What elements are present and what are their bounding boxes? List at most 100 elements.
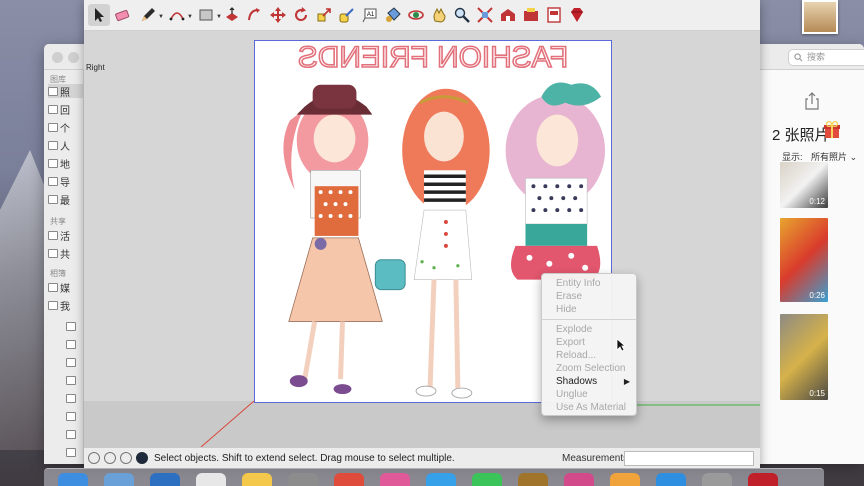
tool-eraser-button[interactable] bbox=[111, 4, 133, 26]
dock-app-icon[interactable] bbox=[518, 473, 548, 486]
pan-hand-icon bbox=[433, 7, 446, 23]
tool-warehouse-button[interactable] bbox=[497, 4, 519, 26]
sidebar-item-label: 共 bbox=[60, 249, 70, 261]
dock-app-icon[interactable] bbox=[150, 473, 180, 486]
credits-icon[interactable] bbox=[104, 452, 116, 464]
tool-follow-me-button[interactable] bbox=[244, 4, 266, 26]
folder-icon[interactable] bbox=[66, 358, 76, 367]
sidebar-item[interactable]: 我 bbox=[48, 298, 83, 313]
orbit-icon bbox=[408, 10, 424, 20]
user-account-icon[interactable] bbox=[120, 452, 132, 464]
tool-select-button[interactable] bbox=[88, 4, 110, 26]
dock-app-icon[interactable] bbox=[196, 473, 226, 486]
sidebar-item[interactable]: 地 bbox=[48, 156, 83, 171]
pencil-icon bbox=[142, 8, 155, 21]
search-input[interactable]: 搜索 bbox=[788, 49, 864, 66]
share-icon bbox=[805, 92, 819, 110]
menu-item-entity-info: Entity Info bbox=[542, 277, 636, 290]
desktop-file-thumbnail[interactable] bbox=[802, 0, 838, 34]
dock-app-icon[interactable] bbox=[564, 473, 594, 486]
sidebar-item[interactable]: 人 bbox=[48, 138, 83, 153]
sketchup-toolbar: ▼ ▼ ▼ A1 bbox=[84, 0, 760, 31]
dock-app-icon[interactable] bbox=[656, 473, 686, 486]
sketchup-window: ▼ ▼ ▼ A1 Right FASHION FRIENDS Entity In… bbox=[84, 0, 760, 468]
show-label: 显示: bbox=[782, 152, 803, 162]
measurements-input[interactable] bbox=[624, 451, 754, 466]
photos-sidebar: 图库 照回个人地导最 共享 活共 相簿 媒我 bbox=[44, 70, 84, 464]
share-button[interactable] bbox=[804, 92, 820, 110]
sidebar-item[interactable]: 回 bbox=[48, 102, 83, 117]
sidebar-item[interactable]: 最 bbox=[48, 192, 83, 207]
tool-paint-bucket-button[interactable] bbox=[382, 4, 404, 26]
arrow-cursor-icon bbox=[95, 8, 104, 22]
artboard-title: FASHION FRIENDS bbox=[298, 41, 568, 74]
dock-app-icon[interactable] bbox=[610, 473, 640, 486]
dock-app-icon[interactable] bbox=[58, 473, 88, 486]
dock-app-icon[interactable] bbox=[472, 473, 502, 486]
tool-arc-button[interactable]: ▼ bbox=[163, 4, 193, 26]
dock-app-icon[interactable] bbox=[104, 473, 134, 486]
photo-thumbnail[interactable]: 0:26 bbox=[780, 218, 828, 302]
measurements-label: Measurements bbox=[562, 453, 629, 464]
folder-icon[interactable] bbox=[66, 430, 76, 439]
show-value[interactable]: 所有照片 bbox=[811, 152, 847, 162]
tool-scale-button[interactable] bbox=[313, 4, 335, 26]
tool-ruby-button[interactable] bbox=[566, 4, 588, 26]
warehouse-icon bbox=[501, 9, 515, 21]
tool-zoom-extents-button[interactable] bbox=[474, 4, 496, 26]
photo-thumbnail[interactable]: 0:12 bbox=[780, 162, 828, 208]
tool-push-pull-button[interactable] bbox=[221, 4, 243, 26]
tool-orbit-button[interactable] bbox=[405, 4, 427, 26]
folder-icon[interactable] bbox=[66, 322, 76, 331]
tool-zoom-button[interactable] bbox=[451, 4, 473, 26]
dock-app-icon[interactable] bbox=[242, 473, 272, 486]
tool-move-button[interactable] bbox=[267, 4, 289, 26]
tool-rotate-button[interactable] bbox=[290, 4, 312, 26]
memories-icon bbox=[48, 104, 58, 114]
dock-app-icon[interactable] bbox=[748, 473, 778, 486]
dock-app-icon[interactable] bbox=[426, 473, 456, 486]
dock-app-icon[interactable] bbox=[288, 473, 318, 486]
search-placeholder: 搜索 bbox=[807, 52, 826, 62]
tool-extension-warehouse-button[interactable] bbox=[520, 4, 542, 26]
sidebar-item-label: 回 bbox=[60, 105, 70, 117]
help-icon[interactable] bbox=[136, 452, 148, 464]
sidebar-item[interactable]: 媒 bbox=[48, 280, 83, 295]
folder-icon[interactable] bbox=[66, 376, 76, 385]
menu-item-label: Explode bbox=[556, 324, 593, 335]
paint-bucket-icon bbox=[386, 7, 401, 22]
video-duration: 0:12 bbox=[809, 197, 825, 206]
tool-text-button[interactable]: A1 bbox=[359, 4, 381, 26]
folder-icon[interactable] bbox=[66, 412, 76, 421]
tool-shapes-button[interactable]: ▼ bbox=[192, 4, 222, 26]
tool-layout-button[interactable] bbox=[543, 4, 565, 26]
menu-item-label: Erase bbox=[556, 291, 583, 302]
menu-item-label: Hide bbox=[556, 304, 577, 315]
folder-icon[interactable] bbox=[66, 394, 76, 403]
menu-item-use-as-material: Use As Material bbox=[542, 401, 636, 414]
dock-app-icon[interactable] bbox=[702, 473, 732, 486]
photo-thumbnail[interactable]: 0:15 bbox=[780, 314, 828, 400]
folder-icon[interactable] bbox=[66, 340, 76, 349]
close-button[interactable] bbox=[52, 52, 63, 63]
sidebar-item-label: 人 bbox=[60, 141, 70, 153]
follow-me-icon bbox=[248, 8, 260, 21]
sidebar-item[interactable]: 活 bbox=[48, 228, 83, 243]
sidebar-item[interactable]: 导 bbox=[48, 174, 83, 189]
tool-pan-button[interactable] bbox=[428, 4, 450, 26]
sidebar-item[interactable]: 个 bbox=[48, 120, 83, 135]
sidebar-item-label: 照 bbox=[60, 87, 70, 99]
shared-album-icon bbox=[48, 248, 58, 258]
modeling-viewport[interactable]: Right FASHION FRIENDS Entity Info Erase … bbox=[84, 31, 760, 447]
folder-icon[interactable] bbox=[66, 448, 76, 457]
tool-pencil-button[interactable]: ▼ bbox=[134, 4, 164, 26]
dock bbox=[44, 468, 824, 486]
menu-item-shadows[interactable]: Shadows ▶ bbox=[542, 375, 636, 388]
geolocation-icon[interactable] bbox=[88, 452, 100, 464]
dock-app-icon[interactable] bbox=[334, 473, 364, 486]
dock-app-icon[interactable] bbox=[380, 473, 410, 486]
tool-tape-measure-button[interactable] bbox=[336, 4, 358, 26]
minimize-button[interactable] bbox=[68, 52, 79, 63]
sidebar-item[interactable]: 共 bbox=[48, 246, 83, 261]
sidebar-item[interactable]: 照 bbox=[48, 84, 83, 99]
